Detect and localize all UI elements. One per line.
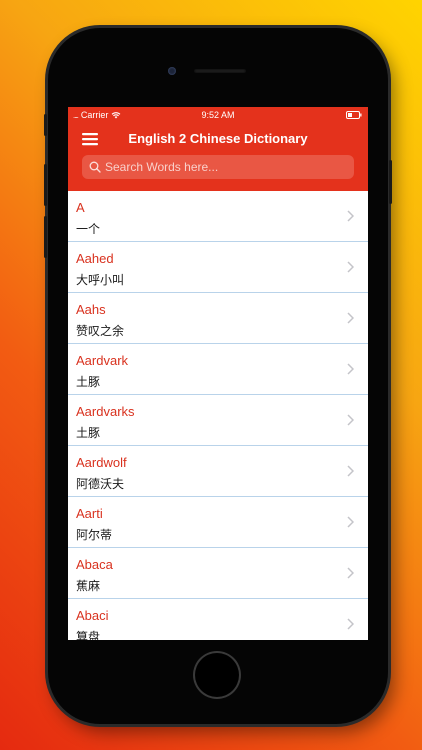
chevron-right-icon xyxy=(347,363,354,375)
earpiece-speaker xyxy=(194,69,246,73)
english-word: Aardwolf xyxy=(76,455,127,470)
search-input[interactable] xyxy=(105,160,354,174)
chevron-right-icon xyxy=(347,516,354,528)
chinese-translation: 大呼小叫 xyxy=(76,273,125,287)
chinese-translation: 算盘 xyxy=(76,630,101,640)
status-time: 9:52 AM xyxy=(201,110,235,120)
word-row[interactable]: A 一个 xyxy=(68,191,368,242)
word-row[interactable]: Aarti 阿尔蒂 xyxy=(68,497,368,548)
word-row[interactable]: Aardwolf 阿德沃夫 xyxy=(68,446,368,497)
chinese-translation: 赞叹之余 xyxy=(76,324,125,338)
chevron-right-icon xyxy=(347,414,354,426)
phone-frame: .... Carrier 9:52 AM English 2 Chinese D… xyxy=(44,28,392,724)
front-camera xyxy=(168,67,176,75)
chevron-right-icon xyxy=(347,210,354,222)
battery-icon xyxy=(346,111,362,119)
word-row[interactable]: Abaca 蕉麻 xyxy=(68,548,368,599)
chevron-right-icon xyxy=(347,465,354,477)
search-bar[interactable] xyxy=(82,155,354,179)
english-word: Aahed xyxy=(76,251,114,266)
word-list: A 一个 Aahed 大呼小叫 Aahs 赞叹之余 Aardvark 土豚 Aa… xyxy=(68,191,368,640)
chevron-right-icon xyxy=(347,618,354,630)
english-word: Abaci xyxy=(76,608,109,623)
english-word: Aahs xyxy=(76,302,106,317)
english-word: Aardvark xyxy=(76,353,129,368)
word-row[interactable]: Aahed 大呼小叫 xyxy=(68,242,368,293)
page-title: English 2 Chinese Dictionary xyxy=(128,131,308,146)
chevron-right-icon xyxy=(347,261,354,273)
volume-up-button xyxy=(44,164,47,206)
chinese-translation: 阿尔蒂 xyxy=(76,528,113,542)
power-button xyxy=(389,160,392,204)
search-icon xyxy=(89,161,101,173)
word-row[interactable]: Abaci 算盘 xyxy=(68,599,368,640)
chinese-translation: 蕉麻 xyxy=(76,579,101,593)
home-button[interactable] xyxy=(195,653,239,697)
volume-down-button xyxy=(44,216,47,258)
english-word: A xyxy=(76,200,85,215)
chinese-translation: 阿德沃夫 xyxy=(76,477,125,491)
mute-switch xyxy=(44,114,47,136)
word-row[interactable]: Aardvark 土豚 xyxy=(68,344,368,395)
english-word: Aarti xyxy=(76,506,103,521)
chevron-right-icon xyxy=(347,567,354,579)
chinese-translation: 土豚 xyxy=(76,375,101,389)
chevron-right-icon xyxy=(347,312,354,324)
word-row[interactable]: Aahs 赞叹之余 xyxy=(68,293,368,344)
word-row[interactable]: Aardvarks 土豚 xyxy=(68,395,368,446)
status-bar: .... Carrier 9:52 AM xyxy=(68,107,368,123)
app-header: .... Carrier 9:52 AM English 2 Chinese D… xyxy=(68,107,368,191)
chinese-translation: 土豚 xyxy=(76,426,101,440)
chinese-translation: 一个 xyxy=(76,222,101,236)
app-screen: .... Carrier 9:52 AM English 2 Chinese D… xyxy=(68,107,368,640)
nav-bar: English 2 Chinese Dictionary xyxy=(68,123,368,153)
english-word: Aardvarks xyxy=(76,404,135,419)
english-word: Abaca xyxy=(76,557,113,572)
